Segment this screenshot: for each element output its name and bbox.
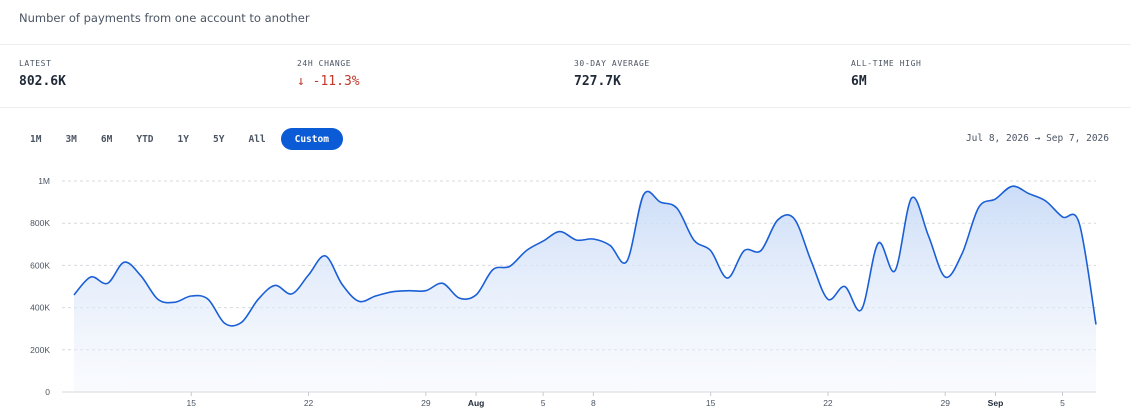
stat-value: 6M <box>851 74 867 89</box>
range-selector: 1M 3M 6M YTD 1Y 5Y All Custom <box>21 127 349 151</box>
x-tick-label: 5 <box>1060 398 1065 408</box>
range-button-3m[interactable]: 3M <box>56 128 85 150</box>
stats-row: LATEST 802.6K 24H CHANGE ↓ -11.3% 30-DAY… <box>0 45 1131 107</box>
stat-all-time-high: ALL-TIME HIGH 6M <box>851 59 921 89</box>
x-tick-label: 22 <box>823 398 833 408</box>
stat-value: 802.6K <box>19 74 66 89</box>
x-tick-label: 29 <box>940 398 950 408</box>
y-tick-label: 0 <box>45 387 50 397</box>
y-tick-label: 400K <box>30 303 50 313</box>
y-tick-label: 600K <box>30 260 50 270</box>
stat-latest: LATEST 802.6K <box>19 59 66 89</box>
y-tick-label: 800K <box>30 218 50 228</box>
arrow-right-icon: → <box>1034 133 1041 144</box>
range-button-6m[interactable]: 6M <box>92 128 121 150</box>
range-button-1y[interactable]: 1Y <box>169 128 198 150</box>
x-tick-label: 15 <box>187 398 197 408</box>
x-tick-label: Aug <box>468 398 485 408</box>
area-chart: 0 200K 400K 600K 800K 1M 15 22 29 Aug 5 8 15 22 29 Sep 5 <box>30 176 1097 408</box>
range-button-1m[interactable]: 1M <box>21 128 50 150</box>
chart-subtitle: Number of payments from one account to a… <box>19 11 310 25</box>
arrow-down-icon: ↓ <box>297 74 305 89</box>
x-tick-label: 22 <box>304 398 314 408</box>
x-tick-label: Sep <box>988 398 1004 408</box>
stat-label: 24H CHANGE <box>297 59 352 68</box>
date-range-end: Sep 7, 2026 <box>1046 133 1109 144</box>
range-button-5y[interactable]: 5Y <box>204 128 233 150</box>
x-tick-label: 8 <box>591 398 596 408</box>
stat-value: -11.3% <box>312 74 360 89</box>
y-tick-label: 1M <box>38 176 50 186</box>
date-range-start: Jul 8, 2026 <box>965 133 1029 144</box>
stat-30-day-average: 30-DAY AVERAGE 727.7K <box>574 59 650 89</box>
stat-label: LATEST <box>19 59 52 68</box>
date-range-label[interactable]: Jul 8, 2026 → Sep 7, 2026 <box>966 133 1109 144</box>
stat-24h-change: 24H CHANGE ↓ -11.3% <box>297 59 360 89</box>
range-button-all[interactable]: All <box>239 128 274 150</box>
area-fill <box>74 186 1096 392</box>
stat-value: 727.7K <box>574 74 621 89</box>
stat-value-row: ↓ -11.3% <box>297 74 360 89</box>
divider <box>0 107 1131 108</box>
y-tick-label: 200K <box>30 345 50 355</box>
stat-label: 30-DAY AVERAGE <box>574 59 650 68</box>
range-button-ytd[interactable]: YTD <box>127 128 162 150</box>
x-tick-label: 5 <box>541 398 546 408</box>
x-tick-label: 15 <box>706 398 716 408</box>
x-tick-label: 29 <box>421 398 431 408</box>
stat-label: ALL-TIME HIGH <box>851 59 922 68</box>
range-button-custom[interactable]: Custom <box>280 128 343 150</box>
